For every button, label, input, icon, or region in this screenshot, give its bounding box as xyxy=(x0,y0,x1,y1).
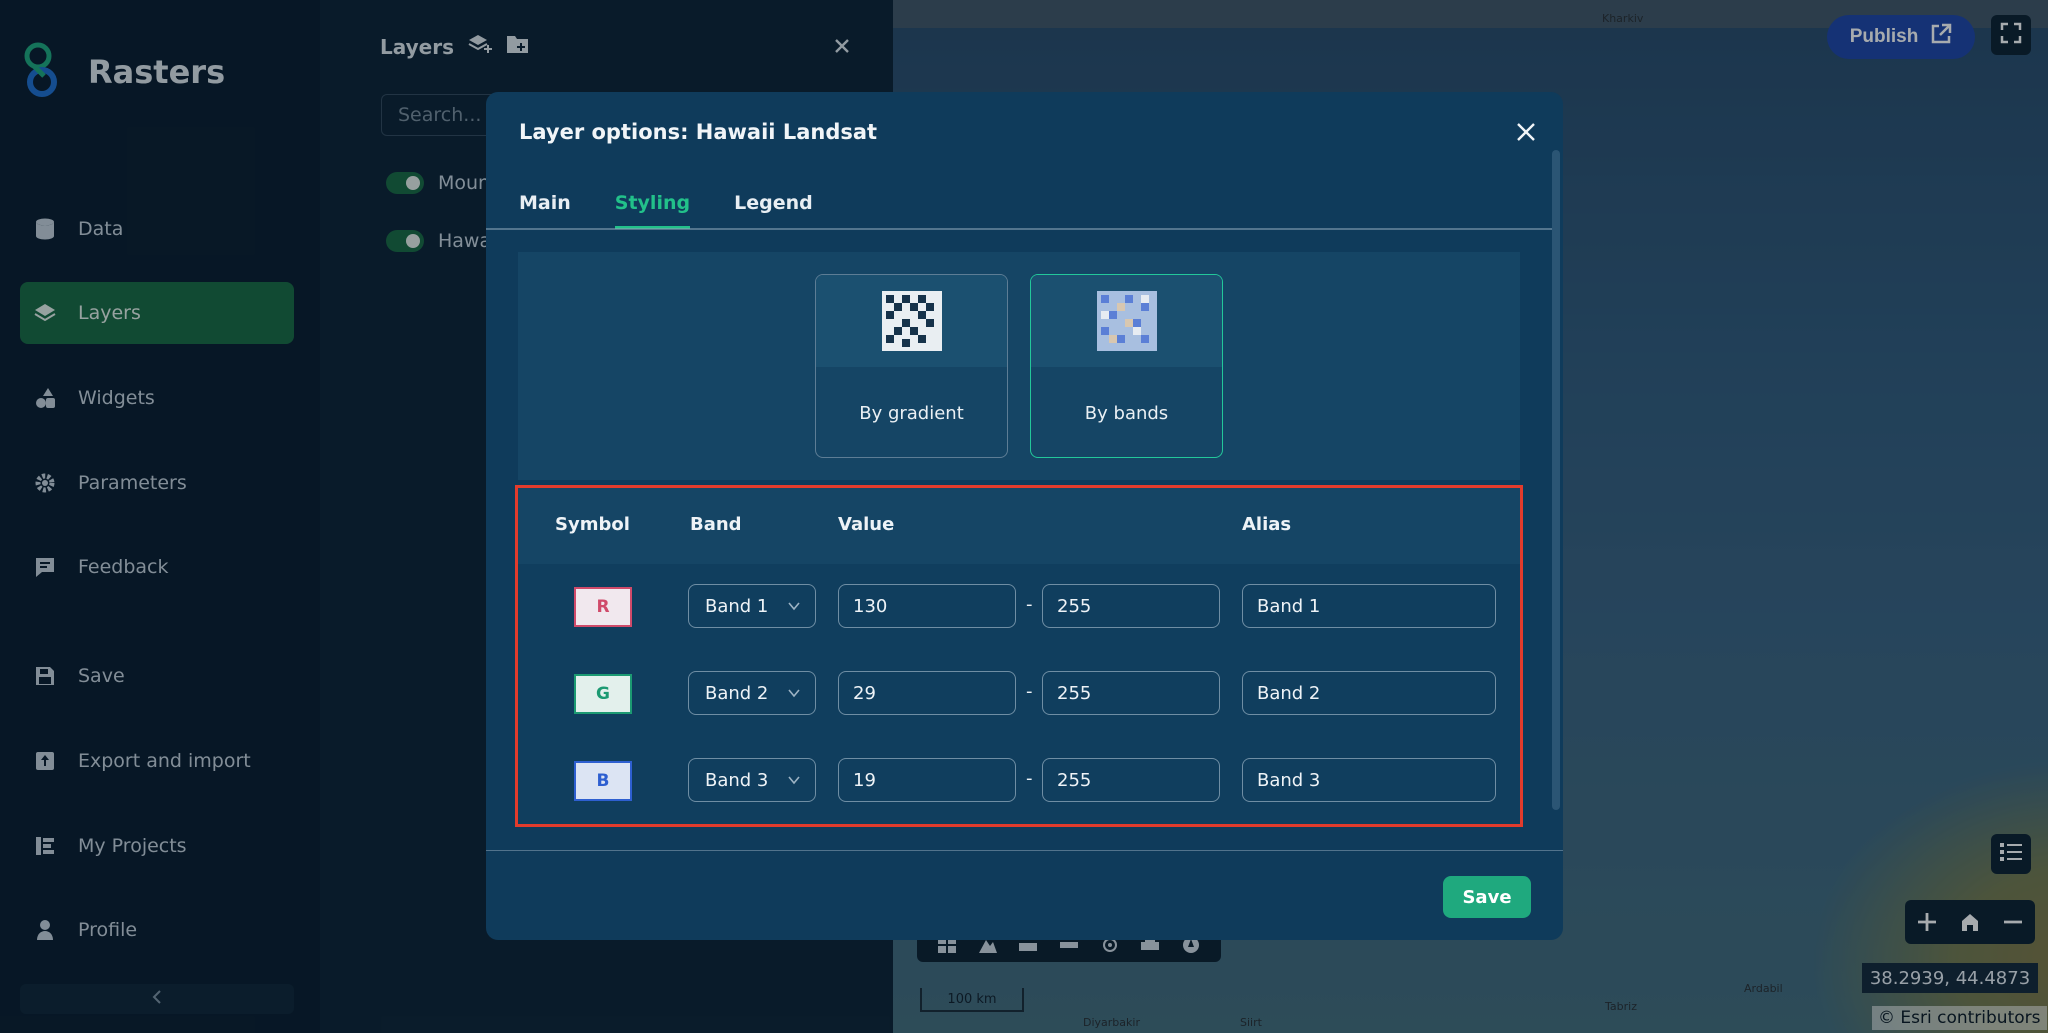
band-select-value: Band 2 xyxy=(705,682,769,704)
band-select[interactable]: Band 2 xyxy=(688,671,816,715)
modal-title: Layer options: Hawaii Landsat xyxy=(519,120,878,144)
symbol-green-swatch[interactable]: G xyxy=(574,674,632,714)
header-band: Band xyxy=(690,514,742,535)
value-min-input[interactable]: 130 xyxy=(838,584,1016,628)
tab-legend[interactable]: Legend xyxy=(734,192,813,229)
chevron-down-icon xyxy=(787,771,801,792)
band-select[interactable]: Band 3 xyxy=(688,758,816,802)
header-value: Value xyxy=(838,514,895,535)
save-button[interactable]: Save xyxy=(1443,876,1531,918)
symbol-red-swatch[interactable]: R xyxy=(574,587,632,627)
style-option-label: By bands xyxy=(1084,402,1169,424)
tab-main[interactable]: Main xyxy=(519,192,571,229)
style-option-bands[interactable]: By bands xyxy=(1030,274,1223,458)
header-alias: Alias xyxy=(1242,514,1292,535)
bands-pattern-icon xyxy=(1031,275,1222,367)
modal-footer-divider xyxy=(486,850,1563,851)
tab-styling[interactable]: Styling xyxy=(614,192,691,229)
chevron-down-icon xyxy=(787,684,801,705)
band-row-red: R Band 1 130 - 255 Band 1 xyxy=(518,584,1520,632)
alias-input[interactable]: Band 1 xyxy=(1242,584,1496,628)
alias-input[interactable]: Band 2 xyxy=(1242,671,1496,715)
style-option-gradient[interactable]: By gradient xyxy=(815,274,1008,458)
range-separator: - xyxy=(1026,594,1033,615)
layer-options-modal: Layer options: Hawaii Landsat Main Styli… xyxy=(486,92,1563,940)
tabs-divider xyxy=(486,228,1553,230)
alias-input[interactable]: Band 3 xyxy=(1242,758,1496,802)
band-row-blue: B Band 3 19 - 255 Band 3 xyxy=(518,758,1520,806)
value-max-input[interactable]: 255 xyxy=(1042,671,1220,715)
symbol-blue-swatch[interactable]: B xyxy=(574,761,632,801)
close-icon[interactable] xyxy=(1512,118,1540,146)
band-select[interactable]: Band 1 xyxy=(688,584,816,628)
style-option-label: By gradient xyxy=(859,402,964,424)
band-select-value: Band 1 xyxy=(705,595,769,617)
header-symbol: Symbol xyxy=(555,514,630,535)
chevron-down-icon xyxy=(787,597,801,618)
band-select-value: Band 3 xyxy=(705,769,769,791)
band-row-green: G Band 2 29 - 255 Band 2 xyxy=(518,671,1520,719)
modal-scrollbar[interactable] xyxy=(1552,150,1560,810)
styling-mode-selector: By gradient By bands xyxy=(518,252,1520,480)
range-separator: - xyxy=(1026,681,1033,702)
gradient-pattern-icon xyxy=(816,275,1007,367)
bands-table-header: Symbol Band Value Alias xyxy=(518,488,1520,564)
value-min-input[interactable]: 19 xyxy=(838,758,1016,802)
modal-tabs: Main Styling Legend xyxy=(519,192,813,229)
range-separator: - xyxy=(1026,768,1033,789)
value-max-input[interactable]: 255 xyxy=(1042,758,1220,802)
value-min-input[interactable]: 29 xyxy=(838,671,1016,715)
bands-table: Symbol Band Value Alias R Band 1 130 - 2… xyxy=(515,485,1523,827)
value-max-input[interactable]: 255 xyxy=(1042,584,1220,628)
